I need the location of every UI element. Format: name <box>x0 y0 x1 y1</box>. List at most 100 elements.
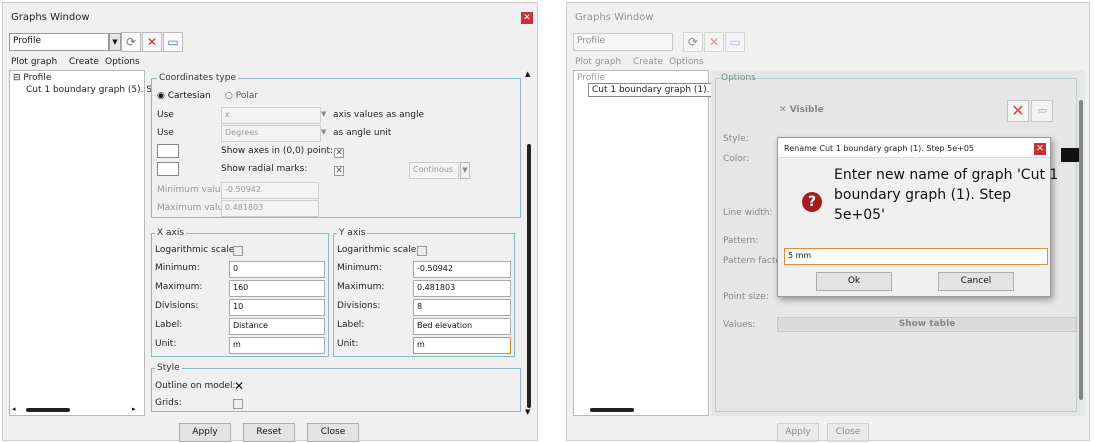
dialog-title: Rename Cut 1 boundary graph (1). Step 5e… <box>784 144 975 153</box>
tab-create[interactable]: Create <box>69 57 99 67</box>
tree-item-profile[interactable]: Profile <box>577 73 605 83</box>
show-axes-checkbox[interactable]: ✕ <box>334 148 344 158</box>
style-label: Style: <box>723 134 749 144</box>
apply-button[interactable]: Apply <box>179 423 231 442</box>
use-axis-select[interactable]: x <box>221 107 321 124</box>
y-axis-group-title: Y axis <box>337 228 368 238</box>
chevron-down-icon[interactable]: ▼ <box>321 110 326 118</box>
chevron-down-icon[interactable]: ▼ <box>460 162 470 179</box>
tab-options[interactable]: Options <box>669 57 704 67</box>
x-max-field[interactable]: 160 <box>229 280 325 297</box>
close-window-button[interactable]: ✕ <box>521 12 533 24</box>
show-radial-checkbox[interactable]: ✕ <box>334 166 344 176</box>
tree-item-cut-graph[interactable]: Cut 1 boundary graph (5). S <box>26 85 152 95</box>
dialog-message-line2: boundary graph (1). Step <box>834 187 1012 203</box>
y-div-field[interactable]: 8 <box>413 299 511 316</box>
cancel-button[interactable]: Cancel <box>938 272 1014 291</box>
tab-plot-graph[interactable]: Plot graph <box>11 57 57 67</box>
tree-item-cut-graph[interactable]: Cut 1 boundary graph (1). S <box>588 83 723 97</box>
y-log-checkbox[interactable] <box>417 246 427 256</box>
graphs-window-right: Graphs Window Profile ⟳ ✕ ▭ Plot graph C… <box>566 2 1090 442</box>
apply-button[interactable]: Apply <box>777 423 819 442</box>
y-min-field[interactable]: -0.50942 <box>413 261 511 278</box>
polar-radio[interactable]: ○ Polar <box>225 91 258 101</box>
options-panel: Coordinates type ◉ Cartesian ○ Polar Use… <box>147 70 533 416</box>
vertical-scrollbar[interactable] <box>1077 70 1085 416</box>
min-value-label: Minimum value: <box>157 185 230 195</box>
use-axis-label: Use <box>157 110 174 120</box>
color-label: Color: <box>723 154 750 164</box>
max-value-field[interactable]: 0.481803 <box>221 200 319 217</box>
x-unit-label: Unit: <box>155 339 177 349</box>
chevron-down-icon[interactable]: ▼ <box>321 128 326 136</box>
refresh-icon[interactable]: ⟳ <box>683 32 703 52</box>
window-title: Graphs Window <box>575 12 654 23</box>
show-table-button[interactable]: Show table <box>777 317 1077 332</box>
x-div-field[interactable]: 10 <box>229 299 325 316</box>
style-group-title: Style <box>155 363 182 373</box>
y-label-field[interactable]: Bed elevation <box>413 318 511 335</box>
delete-icon[interactable]: ✕ <box>704 32 724 52</box>
x-max-label: Maximum: <box>155 282 203 292</box>
horizontal-scrollbar[interactable] <box>578 408 706 413</box>
delete-icon[interactable]: ✕ <box>142 32 162 52</box>
pattern-label: Pattern: <box>723 236 759 246</box>
close-button[interactable]: Close <box>827 423 869 442</box>
dialog-message-line1: Enter new name of graph 'Cut 1 <box>834 167 1059 183</box>
x-div-label: Divisions: <box>155 301 199 311</box>
tab-plot-graph[interactable]: Plot graph <box>575 57 621 67</box>
y-div-label: Divisions: <box>337 301 381 311</box>
outline-checkbox[interactable]: ✕ <box>234 379 244 393</box>
window-icon[interactable]: ▭ <box>163 32 183 52</box>
use-unit-label: Use <box>157 128 174 138</box>
tab-create[interactable]: Create <box>633 57 663 67</box>
dialog-message-line3: 5e+05' <box>834 207 885 223</box>
line-width-label: Line width: <box>723 208 773 218</box>
window-icon[interactable]: ▭ <box>1031 100 1053 122</box>
tab-options[interactable]: Options <box>105 57 140 67</box>
profile-select[interactable]: Profile <box>9 33 109 51</box>
ok-button[interactable]: Ok <box>816 272 892 291</box>
show-radial-label: Show radial marks: <box>221 164 308 174</box>
visible-checkbox[interactable]: ✕ Visible <box>779 105 824 115</box>
vertical-scrollbar[interactable]: ▲ ▼ <box>525 70 533 416</box>
x-axis-group-title: X axis <box>155 228 187 238</box>
coordinates-group-title: Coordinates type <box>157 73 238 83</box>
y-unit-field[interactable]: m <box>413 337 511 354</box>
values-label: Values: <box>723 320 756 330</box>
y-max-field[interactable]: 0.481803 <box>413 280 511 297</box>
new-name-input[interactable]: 5 mm <box>784 248 1048 265</box>
profile-select[interactable]: Profile <box>573 33 673 51</box>
continous-select[interactable]: Continous <box>409 162 459 179</box>
grids-checkbox[interactable] <box>233 399 243 409</box>
min-value-field[interactable]: -0.50942 <box>221 182 319 199</box>
x-log-checkbox[interactable] <box>233 246 243 256</box>
refresh-icon[interactable]: ⟳ <box>121 32 141 52</box>
delete-icon[interactable]: ✕ <box>1007 100 1029 122</box>
graph-tree: ⊟ Profile Cut 1 boundary graph (5). S ▸ … <box>9 70 152 416</box>
radial-color-swatch[interactable] <box>157 162 179 176</box>
angle-unit-select[interactable]: Degrees <box>221 125 321 142</box>
pattern-factor-label: Pattern factor <box>723 256 785 266</box>
cartesian-radio[interactable]: ◉ Cartesian <box>157 91 211 101</box>
x-label-field[interactable]: Distance <box>229 318 325 335</box>
axes-color-swatch[interactable] <box>157 144 179 158</box>
chevron-down-icon[interactable]: ▼ <box>109 33 121 51</box>
horizontal-scrollbar[interactable]: ▸ ◂ <box>12 405 142 413</box>
question-icon: ? <box>802 192 822 212</box>
use-unit-suffix: as angle unit <box>333 128 392 138</box>
point-size-label: Point size: <box>723 292 769 302</box>
close-button[interactable]: Close <box>307 423 359 442</box>
y-min-label: Minimum: <box>337 263 382 273</box>
y-label-label: Label: <box>337 320 365 330</box>
x-min-field[interactable]: 0 <box>229 261 325 278</box>
x-log-label: Logarithmic scale: <box>155 245 238 255</box>
window-icon[interactable]: ▭ <box>725 32 745 52</box>
tree-item-profile[interactable]: ⊟ Profile <box>13 73 51 83</box>
dialog-close-button[interactable]: ✕ <box>1034 143 1046 155</box>
graphs-window-left: Graphs Window ✕ Profile ▼ ⟳ ✕ ▭ Plot gra… <box>2 2 538 442</box>
graph-tree: Profile Cut 1 boundary graph (1). S <box>573 70 723 416</box>
rename-dialog: Rename Cut 1 boundary graph (1). Step 5e… <box>777 137 1059 297</box>
reset-button[interactable]: Reset <box>243 423 295 442</box>
x-unit-field[interactable]: m <box>229 337 325 354</box>
